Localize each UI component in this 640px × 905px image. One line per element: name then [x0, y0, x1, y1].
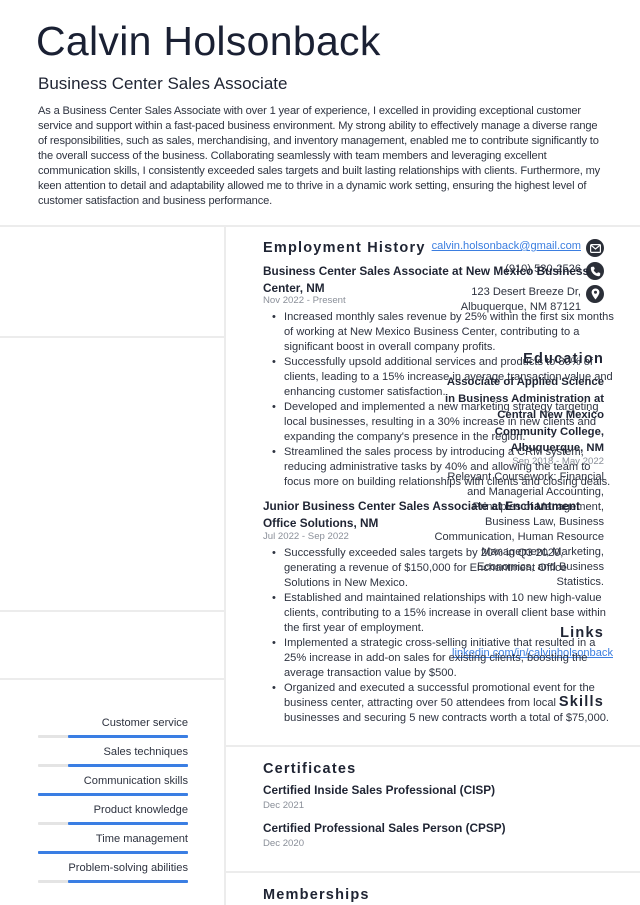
links-divider [0, 678, 224, 680]
skill-level-track [38, 880, 188, 883]
certificates-divider [226, 871, 640, 873]
skill-level-track [38, 851, 188, 854]
skill-level-fill [38, 793, 188, 796]
job-bullet: Implemented a strategic cross-selling in… [272, 636, 614, 681]
skill-label: Communication skills [83, 775, 188, 787]
candidate-job-title: Business Center Sales Associate [38, 74, 288, 93]
employment-divider [226, 745, 640, 747]
skill-item: Product knowledge [38, 803, 188, 831]
candidate-name: Calvin Holsonback [36, 18, 381, 64]
skill-label: Customer service [101, 717, 188, 729]
skill-label: Time management [95, 833, 188, 845]
job-bullet: Increased monthly sales revenue by 25% w… [272, 310, 614, 355]
skill-item: Time management [38, 832, 188, 860]
skill-item: Customer service [38, 716, 188, 744]
skill-level-track [38, 735, 188, 738]
skill-label: Product knowledge [93, 804, 188, 816]
profile-summary: As a Business Center Sales Associate wit… [38, 105, 601, 207]
education-divider [0, 610, 224, 612]
job-bullet: Streamlined the sales process by introdu… [272, 445, 614, 490]
skill-level-fill [68, 822, 188, 825]
job-title: Business Center Sales Associate at New M… [263, 264, 590, 295]
email-link[interactable]: calvin.holsonback@gmail.com [432, 240, 581, 252]
skill-label: Problem-solving abilities [68, 862, 188, 874]
certificate-date: Dec 2021 [263, 800, 305, 811]
skill-level-fill [38, 851, 188, 854]
job-bullet: Established and maintained relationships… [272, 591, 614, 636]
contact-divider [0, 336, 224, 338]
certificate-name: Certified Inside Sales Professional (CIS… [263, 783, 496, 797]
header-divider [0, 225, 640, 227]
skill-level-fill [68, 735, 188, 738]
certificate-date: Dec 2020 [263, 838, 305, 849]
skill-level-track [38, 764, 188, 767]
job-bullets: Increased monthly sales revenue by 25% w… [272, 310, 614, 490]
skill-level-track [38, 822, 188, 825]
job-bullet: Successfully exceeded sales targets by 2… [272, 546, 614, 591]
job-bullet: Organized and executed a successful prom… [272, 681, 614, 726]
job-bullet: Successfully upsold additional services … [272, 355, 614, 400]
skill-level-track [38, 793, 188, 796]
column-divider [224, 226, 226, 905]
certificates-heading: Certificates [263, 761, 357, 777]
employment-heading: Employment History [263, 240, 426, 256]
job-bullets: Successfully exceeded sales targets by 2… [272, 546, 614, 726]
skill-level-fill [68, 764, 188, 767]
contact-email-row: calvin.holsonback@gmail.com [432, 239, 604, 257]
skill-item: Communication skills [38, 774, 188, 802]
job-title: Junior Business Center Sales Associate a… [263, 499, 580, 530]
certificate-name: Certified Professional Sales Person (CPS… [263, 821, 506, 835]
resume-header: Calvin Holsonback Business Center Sales … [0, 0, 640, 226]
envelope-icon [586, 239, 604, 257]
job-bullet: Developed and implemented a new marketin… [272, 400, 614, 445]
skill-item: Problem-solving abilities [38, 861, 188, 889]
skill-level-fill [68, 880, 188, 883]
skill-label: Sales techniques [103, 746, 189, 758]
job-dates: Jul 2022 - Sep 2022 [263, 531, 349, 542]
job-dates: Nov 2022 - Present [263, 295, 346, 306]
memberships-heading: Memberships [263, 887, 370, 903]
skill-item: Sales techniques [38, 745, 188, 773]
